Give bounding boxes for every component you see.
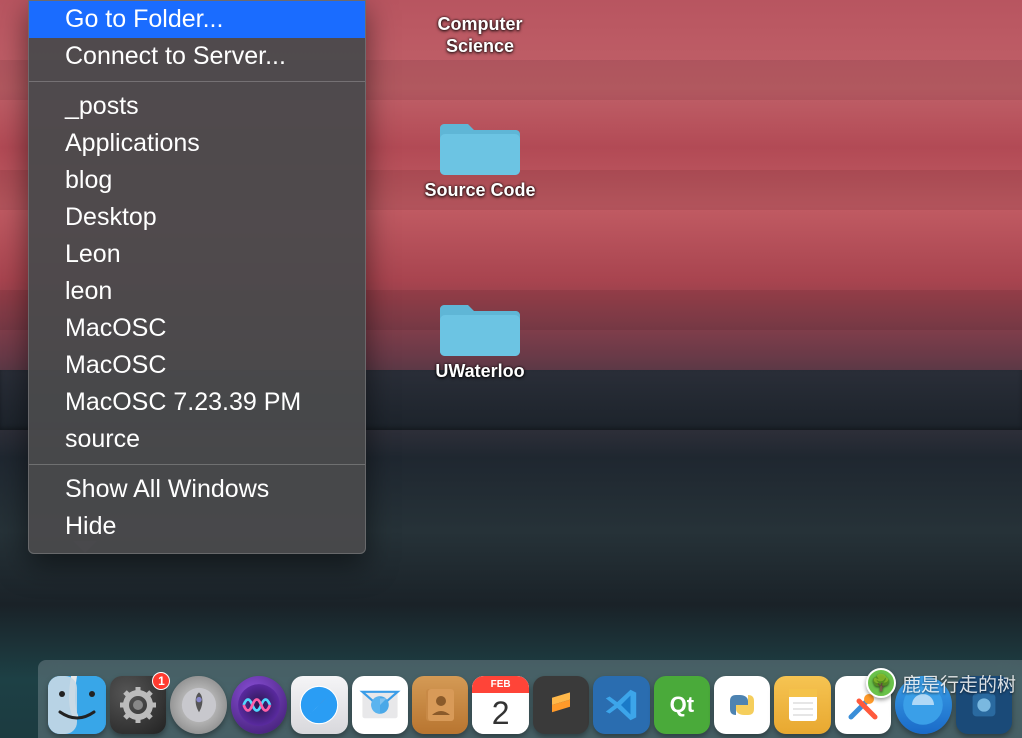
menu-item-recent-source[interactable]: source	[29, 421, 365, 458]
menu-item-recent-posts[interactable]: _posts	[29, 88, 365, 125]
calendar-month: FEB	[472, 676, 528, 693]
menu-item-go-to-folder[interactable]: Go to Folder...	[29, 1, 365, 38]
watermark: 🌳 鹿是行走的树	[866, 668, 1016, 698]
dock-sublime[interactable]	[533, 676, 589, 734]
menu-item-recent-leon-cap[interactable]: Leon	[29, 236, 365, 273]
folder-label: UWaterloo	[400, 361, 560, 383]
menu-item-recent-macosc2[interactable]: MacOSC	[29, 347, 365, 384]
calendar-day: 2	[472, 693, 528, 734]
finder-icon	[48, 676, 106, 734]
menu-item-recent-macosc1[interactable]: MacOSC	[29, 310, 365, 347]
dock-finder[interactable]	[48, 676, 106, 734]
dock-qt[interactable]: Qt	[654, 676, 710, 734]
menu-item-connect-to-server[interactable]: Connect to Server...	[29, 38, 365, 75]
folder-label: Source Code	[400, 180, 560, 202]
notes-icon	[783, 685, 823, 725]
dock-siri[interactable]	[231, 676, 287, 734]
folder-icon	[440, 293, 520, 357]
menu-item-show-all-windows[interactable]: Show All Windows	[29, 471, 365, 508]
finder-context-menu: Go to Folder... Connect to Server... _po…	[28, 0, 366, 554]
watermark-icon: 🌳	[866, 668, 896, 698]
menu-item-hide[interactable]: Hide	[29, 508, 365, 545]
dock-safari[interactable]	[291, 676, 347, 734]
dock-notes[interactable]	[774, 676, 830, 734]
menu-separator	[29, 464, 365, 465]
qt-icon: Qt	[670, 692, 694, 718]
folder-label: Computer Science	[400, 14, 560, 57]
desktop-folder-source-code[interactable]: Source Code	[400, 112, 560, 202]
vscode-icon	[602, 686, 640, 724]
desktop-folder-uwaterloo[interactable]: UWaterloo	[400, 293, 560, 383]
desktop-folder-computer-science[interactable]: Computer Science	[400, 10, 560, 57]
menu-separator	[29, 81, 365, 82]
menu-item-recent-macosc3[interactable]: MacOSC 7.23.39 PM	[29, 384, 365, 421]
dock-calendar[interactable]: FEB 2	[472, 676, 528, 734]
gear-icon	[118, 685, 158, 725]
folder-icon	[440, 112, 520, 176]
menu-item-recent-desktop[interactable]: Desktop	[29, 199, 365, 236]
dock-system-preferences[interactable]: 1	[110, 676, 166, 734]
dock-mail[interactable]	[352, 676, 408, 734]
sublime-icon	[543, 687, 579, 723]
safari-icon	[297, 683, 341, 727]
watermark-text: 鹿是行走的树	[902, 670, 1016, 697]
dock-vscode[interactable]	[593, 676, 649, 734]
siri-icon	[237, 683, 281, 727]
contacts-icon	[420, 685, 460, 725]
dock-launchpad[interactable]	[170, 676, 226, 734]
menu-item-recent-blog[interactable]: blog	[29, 162, 365, 199]
menu-item-recent-applications[interactable]: Applications	[29, 125, 365, 162]
python-icon	[722, 685, 762, 725]
rocket-icon	[181, 687, 217, 723]
notification-badge: 1	[152, 672, 170, 690]
dock-contacts[interactable]	[412, 676, 468, 734]
mail-icon	[358, 683, 402, 727]
menu-item-recent-leon-low[interactable]: leon	[29, 273, 365, 310]
dock-python-idle[interactable]	[714, 676, 770, 734]
